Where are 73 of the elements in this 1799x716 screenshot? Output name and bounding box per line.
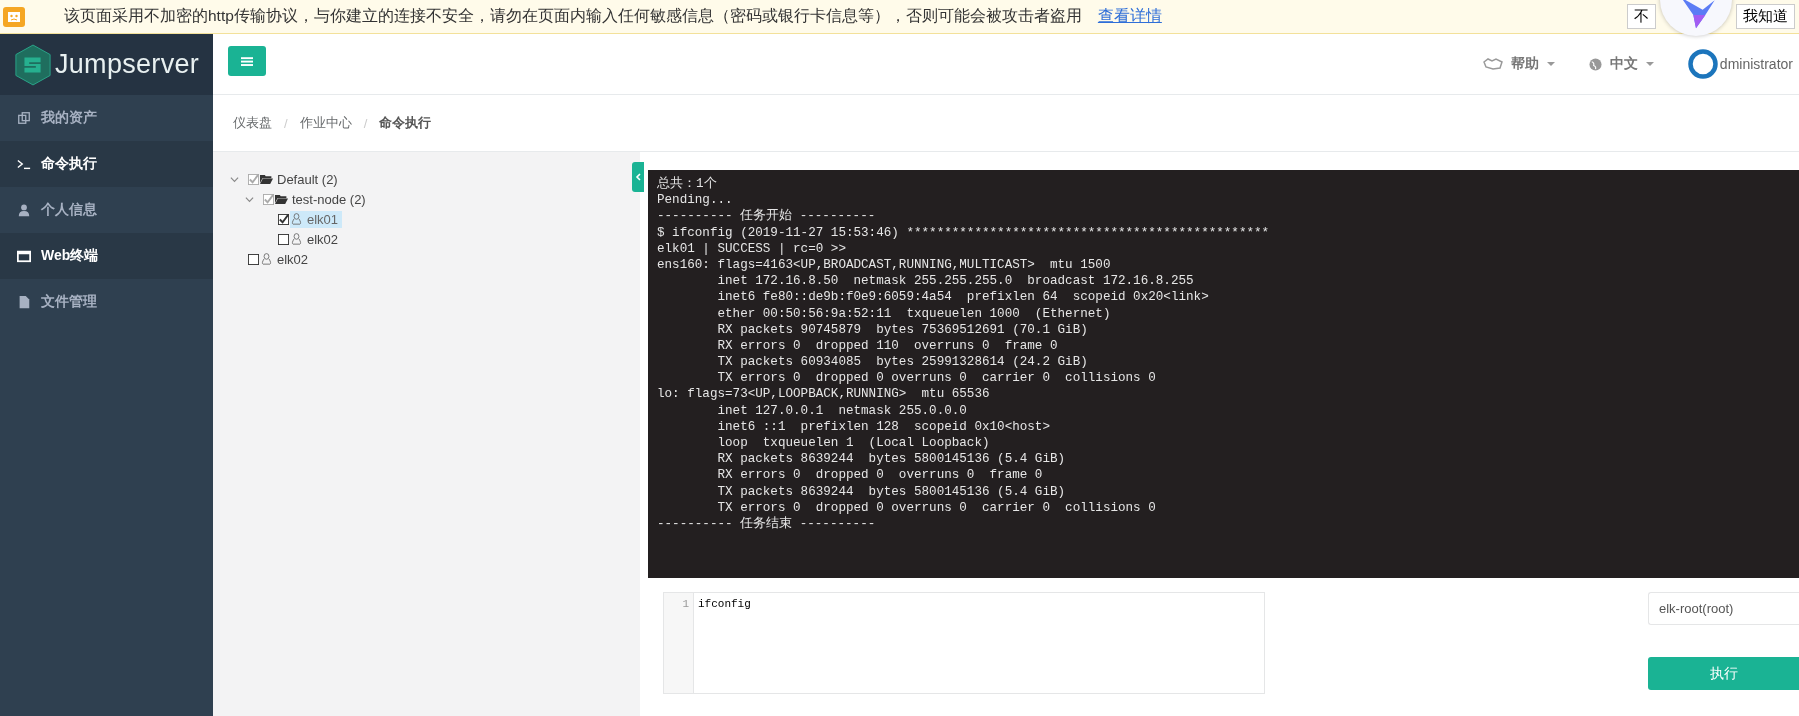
terminal-line: inet 127.0.0.1 netmask 255.0.0.0 (716, 402, 968, 419)
user-name[interactable]: dministrator (1719, 56, 1793, 72)
tree-host[interactable]: elk02 (290, 230, 343, 248)
user-icon (17, 203, 31, 217)
sidebar-item[interactable]: 文件管理 (0, 279, 213, 325)
collapse-icon[interactable] (245, 194, 254, 204)
sidebar-item[interactable]: 命令执行 (0, 141, 213, 187)
terminal-line: inet 172.16.8.50 netmask 255.255.255.0 broadcast 172.16.8.255 (716, 273, 1195, 290)
window-icon (17, 249, 31, 263)
file-icon (17, 295, 31, 309)
terminal-line: TX packets 8639244 bytes 5800145136 (5.4 GiB) (716, 483, 1067, 500)
code-editor[interactable]: 1 ifconfig (663, 592, 1265, 694)
terminal-line: $ ifconfig (2019-11-27 15:53:46) ************************************************ (657, 224, 1271, 241)
terminal-line: RX packets 8639244 bytes 5800145136 (5.4 GiB) (716, 451, 1067, 468)
run-as-select[interactable]: elk-root(root) (1648, 592, 1799, 625)
terminal-line: TX errors 0 dropped 0 overruns 0 carrier 0 collisions 0 (716, 370, 1157, 387)
caret-icon (1645, 62, 1654, 66)
chevron-left-icon (635, 173, 641, 181)
terminal-line: ether 00:50:56:9a:52:11 txqueuelen 1000 (Ethernet) (716, 305, 1112, 322)
breadcrumb-separator: / (363, 115, 368, 131)
menu-icon (241, 55, 253, 67)
terminal-line: inet6 ::1 prefixlen 128 scopeid 0x10<host> (716, 418, 1051, 435)
terminal-line: ---------- 任务结束 ---------- (657, 515, 877, 533)
checkbox[interactable] (278, 233, 289, 245)
code-line: ifconfig (698, 597, 751, 611)
folder-icon (260, 173, 273, 185)
collapse-panel-button[interactable] (632, 162, 644, 192)
checkbox[interactable] (248, 173, 259, 185)
tree-node[interactable]: Default (2) (260, 170, 342, 188)
checkbox[interactable] (278, 213, 289, 225)
terminal-line: TX errors 0 dropped 0 overruns 0 carrier 0 collisions 0 (716, 499, 1157, 516)
avatar-icon (1687, 49, 1718, 79)
tree-host[interactable]: elk01 (290, 210, 343, 228)
terminal-line: ---------- 任务开始 ---------- (657, 208, 877, 225)
copy-icon (17, 111, 31, 125)
dismiss-button[interactable]: 不 (1627, 4, 1656, 29)
terminal-line: RX errors 0 dropped 110 overruns 0 frame 0 (716, 337, 1059, 355)
checkbox[interactable] (263, 193, 274, 205)
sidebar-item[interactable]: Web终端 (0, 233, 213, 279)
tree-node[interactable]: test-node (2) (275, 190, 370, 208)
terminal-line: elk01 | SUCCESS | rc=0 >> (657, 240, 847, 257)
line-number: 1 (681, 597, 689, 611)
warning-message: 该页面采用不加密的http传输协议，与你建立的连接不安全，请勿在页面内输入任何敏感信息（密码或银行卡信息等），否则可能会被攻击者盗用 (64, 6, 1082, 26)
breadcrumb-link[interactable]: 仪表盘 (233, 114, 272, 132)
breadcrumb-separator: / (284, 115, 288, 131)
logo-text: Jumpserver (55, 49, 200, 80)
help-menu[interactable]: 帮助 (1482, 55, 1555, 73)
logo-icon (14, 42, 52, 87)
caret-icon (1546, 62, 1555, 66)
warning-icon (2, 4, 26, 29)
globe-icon (1588, 57, 1602, 71)
terminal-line: RX packets 90745879 bytes 75369512691 (70.1 GiB) (716, 321, 1089, 338)
breadcrumb-current: 命令执行 (379, 114, 432, 132)
menu-button[interactable] (228, 46, 266, 76)
sidebar-item[interactable]: 个人信息 (0, 187, 213, 233)
breadcrumb-link[interactable]: 作业中心 (299, 114, 352, 132)
terminal-line: RX errors 0 dropped 0 overruns 0 frame 0 (716, 467, 1044, 484)
terminal-line: lo: flags=73<UP,LOOPBACK,RUNNING> mtu 65536 (657, 386, 991, 403)
terminal-line: loop txqueuelen 1 (Local Loopback) (716, 435, 991, 452)
details-link[interactable]: 查看详情 (1097, 6, 1162, 27)
terminal-icon (17, 157, 31, 171)
sidebar-item[interactable]: 我的资产 (0, 95, 213, 141)
terminal-line: Pending... (657, 192, 734, 209)
terminal-line: inet6 fe80::de9b:f0e9:6059:4a54 prefixlen 64 scopeid 0x20<link> (716, 289, 1210, 306)
terminal-line: ens160: flags=4163<UP,BROADCAST,RUNNING,MULTICAST> mtu 1500 (657, 256, 1112, 274)
checkbox[interactable] (248, 253, 259, 265)
terminal-line: TX packets 60934085 bytes 25991328614 (24.2 GiB) (716, 354, 1089, 371)
tree-host[interactable]: elk02 (260, 250, 313, 268)
collapse-icon[interactable] (230, 174, 239, 184)
acknowledge-button[interactable]: 我知道 (1736, 4, 1795, 29)
language-menu[interactable]: 中文 (1588, 55, 1654, 73)
folder-icon (275, 193, 288, 205)
terminal-line: 总共：1个 (657, 176, 718, 193)
